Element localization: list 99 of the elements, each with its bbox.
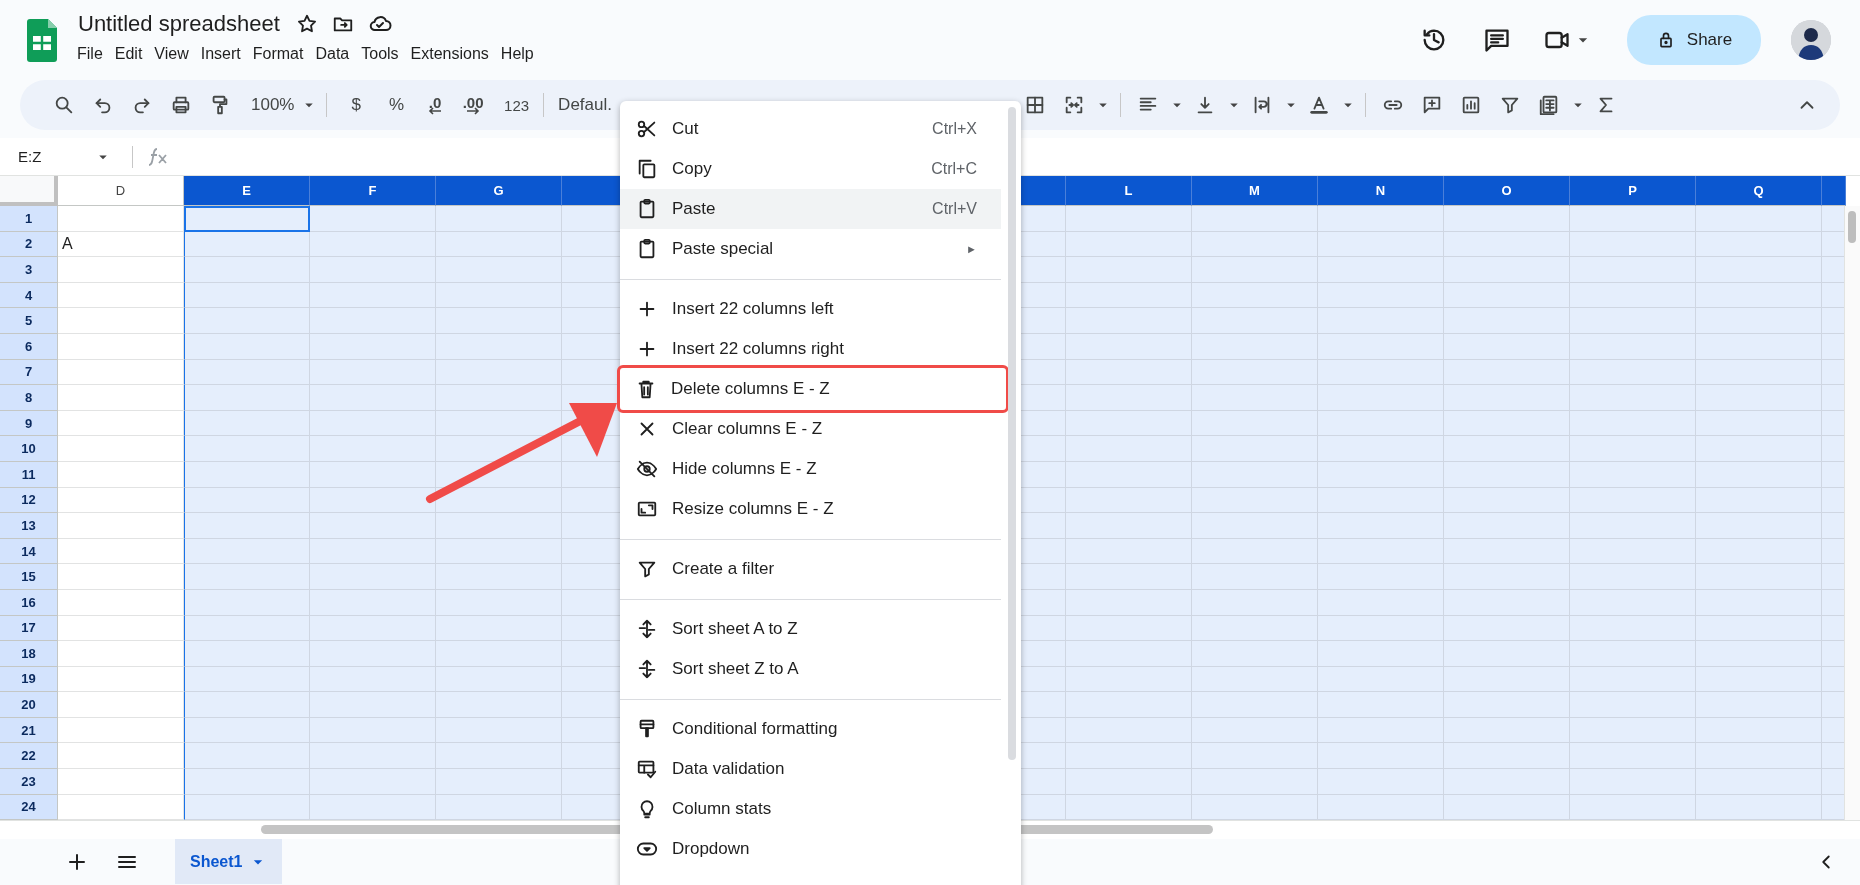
star-icon[interactable] — [295, 13, 318, 35]
left-arrow-icon — [428, 106, 443, 115]
row-header[interactable]: 23 — [0, 769, 58, 795]
row-header[interactable]: 6 — [0, 333, 58, 360]
menu-item[interactable]: Paste Ctrl+V — [620, 189, 1001, 229]
menu-item[interactable]: Extensions — [404, 43, 495, 65]
row-header[interactable]: 5 — [0, 308, 58, 334]
menu-item[interactable]: Insert 22 columns left — [620, 289, 1001, 329]
number-format[interactable]: 123 — [498, 96, 536, 114]
menu-scrollbar[interactable] — [1008, 107, 1016, 760]
formula-icon — [147, 146, 169, 167]
decrease-decimal[interactable]: .0 — [428, 95, 442, 110]
menu-item[interactable]: Data — [309, 43, 356, 65]
row-header[interactable]: 12 — [0, 487, 58, 514]
sort-icon — [636, 658, 658, 680]
row-header[interactable]: 3 — [0, 257, 58, 283]
row-header[interactable]: 10 — [0, 436, 58, 462]
table-cell — [1822, 769, 1846, 795]
table-cell — [1822, 385, 1846, 411]
share-button[interactable]: Share — [1627, 15, 1761, 65]
column-header[interactable]: P — [1570, 176, 1696, 206]
menu-item[interactable]: Sort sheet A to Z — [620, 609, 1001, 649]
menu-item[interactable]: Dropdown — [620, 829, 1001, 869]
percent-format[interactable]: % — [382, 95, 411, 115]
name-box[interactable]: E:Z — [0, 147, 118, 166]
column-header[interactable]: F — [310, 176, 436, 206]
column-header[interactable]: L — [1066, 176, 1192, 206]
validation-icon — [636, 758, 658, 780]
row-header[interactable]: 19 — [0, 666, 58, 693]
row-header[interactable]: 15 — [0, 564, 58, 590]
row-header[interactable]: 21 — [0, 717, 58, 744]
table-cell — [1822, 513, 1846, 539]
row-header[interactable]: 7 — [0, 359, 58, 386]
eye-off-icon — [636, 458, 658, 480]
scissors-icon — [636, 118, 658, 140]
sheets-logo[interactable] — [27, 18, 57, 62]
menu-item[interactable]: Help — [494, 43, 540, 65]
menu-item[interactable]: Cut Ctrl+X — [620, 109, 1001, 149]
menu-item[interactable]: Create a filter — [620, 549, 1001, 589]
row-header[interactable]: 16 — [0, 589, 58, 616]
currency-format[interactable]: $ — [345, 95, 367, 115]
column-header[interactable]: M — [1192, 176, 1318, 206]
vertical-scrollbar[interactable] — [1848, 211, 1856, 243]
document-title[interactable]: Untitled spreadsheet — [76, 11, 282, 37]
column-header[interactable]: D — [58, 176, 184, 206]
menu-item[interactable]: Copy Ctrl+C — [620, 149, 1001, 189]
row-header[interactable]: 2 — [0, 231, 58, 258]
menu-item[interactable]: Sort sheet Z to A — [620, 649, 1001, 689]
menu-item[interactable]: Tools — [355, 43, 405, 65]
row-header[interactable]: 22 — [0, 743, 58, 770]
copy-icon — [636, 158, 658, 180]
row-header[interactable]: 13 — [0, 513, 58, 539]
row-header[interactable]: 17 — [0, 615, 58, 642]
sort-icon — [636, 618, 658, 640]
menu-item[interactable]: Column stats — [620, 789, 1001, 829]
column-header[interactable]: N — [1318, 176, 1444, 206]
increase-decimal[interactable]: .00 — [462, 95, 484, 110]
column-header[interactable]: E — [184, 176, 310, 206]
table-cell — [1822, 641, 1846, 667]
table-cell — [1822, 206, 1846, 232]
row-header[interactable]: 20 — [0, 692, 58, 718]
table-cell — [1822, 436, 1846, 462]
column-header[interactable] — [1822, 176, 1846, 206]
menu-item[interactable]: Clear columns E - Z — [620, 409, 1001, 449]
column-header[interactable]: O — [1444, 176, 1570, 206]
zoom-select[interactable]: 100% — [245, 95, 301, 115]
row-header[interactable]: 11 — [0, 461, 58, 488]
menu-item[interactable]: Resize columns E - Z — [620, 489, 1001, 529]
menu-item[interactable]: Insert 22 columns right — [620, 329, 1001, 369]
avatar[interactable] — [1791, 20, 1831, 60]
menu-item[interactable]: Paste special ► — [620, 229, 1001, 269]
table-cell — [1822, 308, 1846, 334]
column-header[interactable]: G — [436, 176, 562, 206]
row-header[interactable]: 18 — [0, 641, 58, 667]
table-cell — [1822, 564, 1846, 590]
table-cell: A — [58, 231, 184, 258]
table-cell — [1822, 257, 1846, 283]
right-arrow-icon — [466, 106, 481, 115]
row-header[interactable]: 14 — [0, 538, 58, 565]
menu-item[interactable]: Hide columns E - Z — [620, 449, 1001, 489]
row-header[interactable]: 9 — [0, 410, 58, 437]
menu-item[interactable]: Conditional formatting — [620, 709, 1001, 749]
table-cell — [1822, 743, 1846, 770]
menu-item[interactable]: Data validation — [620, 749, 1001, 789]
menu-item[interactable]: Format — [246, 43, 310, 65]
row-header[interactable]: 24 — [0, 794, 58, 821]
column-header[interactable]: Q — [1696, 176, 1822, 206]
row-header[interactable]: 8 — [0, 385, 58, 411]
menu-item[interactable]: View — [148, 43, 195, 65]
sheet-tab[interactable]: Sheet1 — [175, 839, 283, 884]
text-color-icon[interactable] — [1308, 94, 1331, 116]
table-cell — [1822, 692, 1846, 718]
menu-item[interactable]: Insert — [194, 43, 247, 65]
menu-item[interactable]: Edit — [108, 43, 149, 65]
menu-item[interactable]: File — [76, 43, 109, 65]
menu-item[interactable]: Delete columns E - Z — [619, 367, 1007, 411]
font-select[interactable]: Defaul. — [552, 95, 618, 115]
row-header[interactable]: 4 — [0, 282, 58, 309]
row-header[interactable]: 1 — [0, 206, 58, 232]
